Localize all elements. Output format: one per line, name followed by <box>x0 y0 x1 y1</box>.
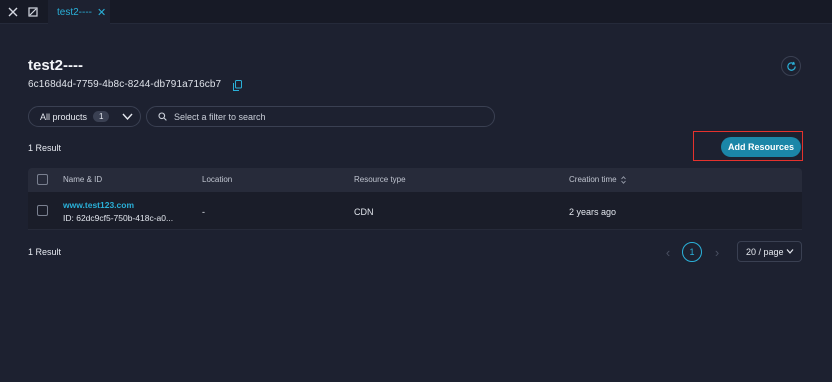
tab-label: test2---- <box>57 6 92 18</box>
resource-type: CDN <box>354 207 374 217</box>
refresh-button[interactable] <box>781 56 801 76</box>
column-resource-type: Resource type <box>354 175 406 184</box>
resource-group-id: 6c168d4d-7759-4b8c-8244-db791a716cb7 <box>28 79 222 90</box>
column-name-id: Name & ID <box>63 175 103 184</box>
refresh-icon <box>786 61 796 71</box>
prev-page-button[interactable]: ‹ <box>658 242 678 262</box>
tab-test2[interactable]: test2---- ✕ <box>48 0 110 24</box>
chevron-down-icon <box>122 112 133 123</box>
copy-icon[interactable] <box>233 78 242 91</box>
result-count-bottom: 1 Result <box>28 247 62 257</box>
next-page-button[interactable]: › <box>707 242 727 262</box>
resource-id: ID: 62dc9cf5-750b-418c-a0... <box>63 213 174 223</box>
top-bar: test2---- ✕ <box>0 0 832 24</box>
product-filter-label: All products <box>40 111 88 122</box>
chevron-down-icon <box>786 248 794 255</box>
sort-icon <box>620 175 626 184</box>
select-all-checkbox[interactable] <box>37 174 48 185</box>
column-location: Location <box>202 175 233 184</box>
close-icon[interactable] <box>5 4 21 20</box>
product-filter-dropdown[interactable]: All products 1 <box>28 106 141 127</box>
product-count-badge: 1 <box>93 111 110 122</box>
result-count-top: 1 Result <box>28 143 62 153</box>
resource-creation-time: 2 years ago <box>569 207 617 217</box>
page-size-select[interactable]: 20 / page <box>737 241 802 262</box>
search-placeholder: Select a filter to search <box>174 111 266 122</box>
resources-table: Name & ID Location Resource type Creatio… <box>28 168 802 230</box>
search-input[interactable]: Select a filter to search <box>146 106 495 127</box>
expand-icon[interactable] <box>25 4 41 20</box>
tab-close-icon[interactable]: ✕ <box>97 6 106 19</box>
page-size-value: 20 / page <box>746 246 784 257</box>
column-creation-time-label: Creation time <box>569 175 617 184</box>
resource-name-link[interactable]: www.test123.com <box>63 200 134 210</box>
page-title: test2---- <box>28 57 83 74</box>
add-resources-button[interactable]: Add Resources <box>721 137 801 157</box>
table-row[interactable]: www.test123.com ID: 62dc9cf5-750b-418c-a… <box>28 192 802 230</box>
resource-location: - <box>202 207 205 217</box>
column-creation-time[interactable]: Creation time <box>569 175 626 184</box>
table-header: Name & ID Location Resource type Creatio… <box>28 168 802 192</box>
current-page-button[interactable]: 1 <box>682 242 702 262</box>
search-icon <box>158 112 167 121</box>
row-checkbox[interactable] <box>37 205 48 216</box>
